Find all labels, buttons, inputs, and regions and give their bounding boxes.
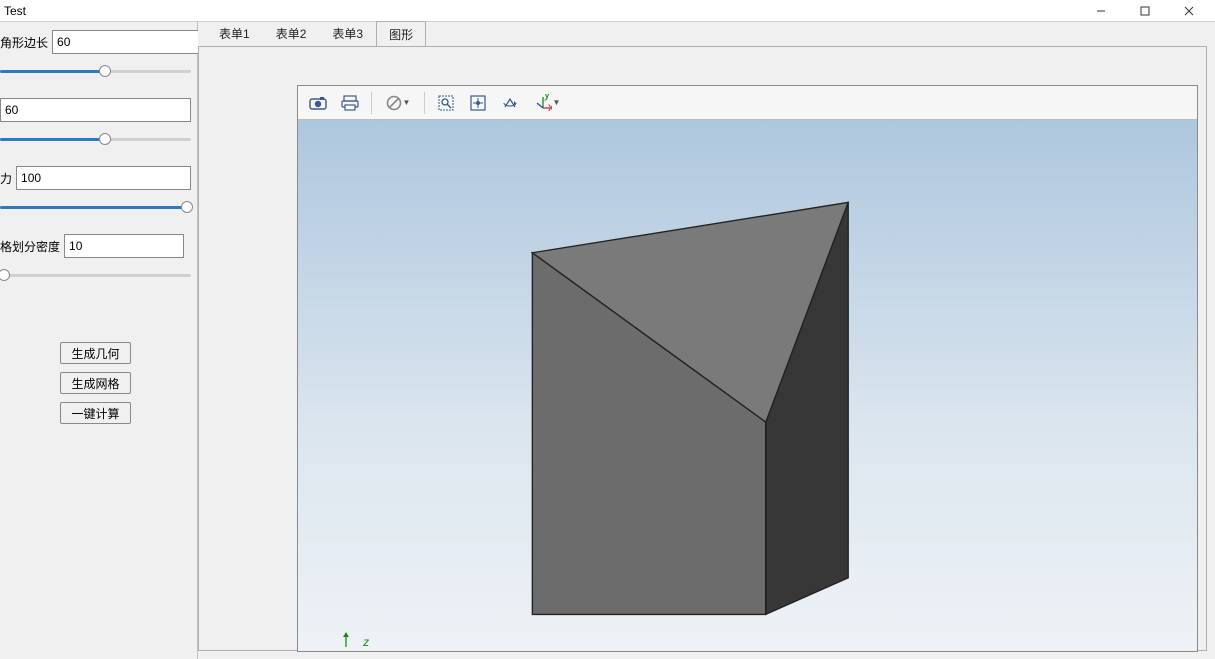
viewer-toolbar: ▼ yx ▼	[298, 86, 1197, 120]
action-buttons: 生成几何 生成网格 一键计算	[0, 342, 191, 424]
chevron-down-icon: ▼	[403, 98, 411, 107]
svg-text:x: x	[548, 100, 552, 112]
zoom-box-icon	[437, 94, 455, 112]
minimize-button[interactable]	[1079, 0, 1123, 22]
field-2-input[interactable]	[0, 98, 191, 122]
rotate-view-button[interactable]	[496, 90, 524, 116]
mesh-density-input[interactable]	[64, 234, 184, 258]
toolbar-separator	[371, 92, 372, 114]
toolbar-separator	[424, 92, 425, 114]
maximize-icon	[1140, 6, 1150, 16]
field-2	[0, 98, 191, 122]
sidebar: 角形边长 力 格划分密度 生成几何 生成网	[0, 22, 198, 659]
maximize-button[interactable]	[1123, 0, 1167, 22]
force-input[interactable]	[16, 166, 191, 190]
print-button[interactable]	[336, 90, 364, 116]
field-mesh-density: 格划分密度	[0, 234, 191, 258]
axis-triad-icon: yx	[534, 94, 552, 112]
generate-mesh-button[interactable]: 生成网格	[60, 372, 130, 394]
minimize-icon	[1096, 6, 1106, 16]
tab-form2[interactable]: 表单2	[263, 20, 320, 46]
field-label: 格划分密度	[0, 238, 60, 255]
cancel-button[interactable]: ▼	[379, 90, 417, 116]
field-force: 力	[0, 166, 191, 190]
3d-viewport[interactable]: z	[298, 120, 1197, 651]
camera-button[interactable]	[304, 90, 332, 116]
field-label: 力	[0, 170, 12, 187]
window-title: Test	[4, 4, 1079, 18]
tab-bar: 表单1 表单2 表单3 图形	[198, 22, 1215, 46]
field-label: 角形边长	[0, 34, 48, 51]
main-area: 表单1 表单2 表单3 图形 ▼	[198, 22, 1215, 659]
viewer-frame: ▼ yx ▼	[297, 85, 1198, 652]
mesh-density-slider[interactable]	[0, 266, 191, 284]
field-2-slider[interactable]	[0, 130, 191, 148]
axis-triad-button[interactable]: yx ▼	[528, 90, 566, 116]
chevron-down-icon: ▼	[553, 98, 561, 107]
one-click-compute-button[interactable]: 一键计算	[60, 402, 130, 424]
geometry-prism	[298, 120, 1197, 651]
zoom-box-button[interactable]	[432, 90, 460, 116]
tab-graphics[interactable]: 图形	[376, 21, 426, 47]
tab-form1[interactable]: 表单1	[206, 20, 263, 46]
axis-label-z: z	[342, 631, 369, 649]
camera-icon	[309, 95, 327, 111]
generate-geometry-button[interactable]: 生成几何	[60, 342, 130, 364]
tab-form3[interactable]: 表单3	[319, 20, 376, 46]
rotate-view-icon	[501, 94, 519, 112]
tab-panel-graphics: ▼ yx ▼	[198, 46, 1207, 651]
axis-arrow-icon	[342, 631, 360, 649]
close-icon	[1184, 6, 1194, 16]
close-button[interactable]	[1167, 0, 1211, 22]
fit-extents-icon	[469, 94, 487, 112]
fit-extents-button[interactable]	[464, 90, 492, 116]
triangle-edge-input[interactable]	[52, 30, 217, 54]
triangle-edge-slider[interactable]	[0, 62, 191, 80]
field-triangle-edge: 角形边长	[0, 30, 191, 54]
print-icon	[341, 95, 359, 111]
cancel-icon	[386, 95, 402, 111]
force-slider[interactable]	[0, 198, 191, 216]
titlebar: Test	[0, 0, 1215, 22]
